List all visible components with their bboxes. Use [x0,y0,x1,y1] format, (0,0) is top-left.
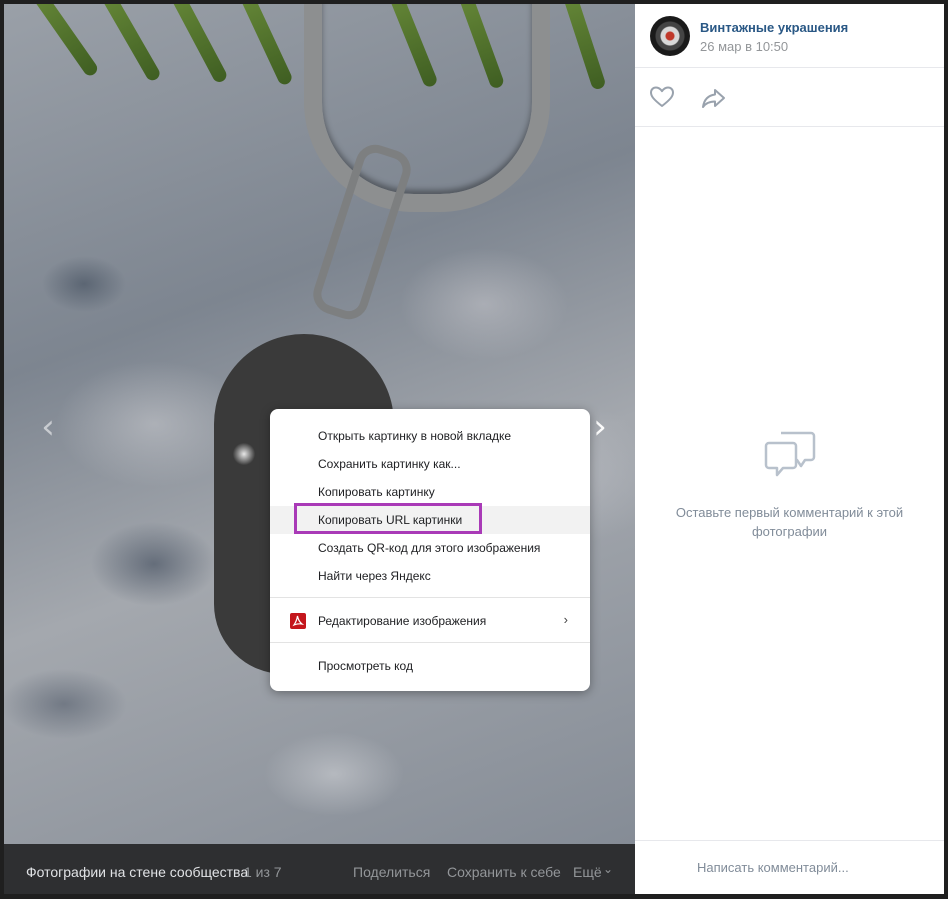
chevron-right-icon: › [563,612,568,627]
highlight-annotation [294,503,482,534]
fern-leaf [164,4,229,85]
previous-photo-icon[interactable]: ‹ [36,409,60,445]
photo-side-panel: Винтажные украшения 26 мар в 10:50 Остав… [635,4,944,894]
adobe-pdf-icon [290,613,306,629]
menu-item-label: Создать QR-код для этого изображения [318,541,541,555]
menu-item-label: Копировать картинку [318,485,435,499]
context-menu: Открыть картинку в новой вкладке Сохрани… [270,409,590,691]
menu-item-edit-image[interactable]: Редактирование изображения › [270,607,590,635]
post-actions [635,68,944,127]
post-date[interactable]: 26 мар в 10:50 [700,39,788,54]
menu-item-label: Просмотреть код [318,659,413,673]
post-header: Винтажные украшения 26 мар в 10:50 [635,4,944,68]
share-button[interactable]: Поделиться [353,864,430,880]
menu-item-label: Открыть картинку в новой вкладке [318,429,512,443]
next-photo-icon[interactable]: › [588,409,612,445]
photo-viewer: ‹ › Фотографии на стене сообщества 1 из … [0,0,948,899]
fern-leaf [234,4,294,87]
empty-comments: Оставьте первый комментарий к этой фотог… [635,429,944,541]
menu-item-search-yandex[interactable]: Найти через Яндекс [270,562,590,590]
author-link[interactable]: Винтажные украшения [700,20,848,35]
menu-item-label: Найти через Яндекс [318,569,431,583]
share-arrow-icon[interactable] [701,87,727,109]
comment-input[interactable]: Написать комментарий... [697,860,849,875]
menu-item-copy-image[interactable]: Копировать картинку [270,478,590,506]
menu-separator [270,642,590,643]
menu-item-inspect[interactable]: Просмотреть код [270,652,590,680]
pendant-chain [304,4,550,212]
heart-icon[interactable] [649,86,675,108]
menu-item-label: Сохранить картинку как... [318,457,461,471]
comment-bar: Написать комментарий... [635,840,944,895]
fern-leaf [94,4,163,83]
album-link[interactable]: Фотографии на стене сообщества [26,864,248,880]
photo-bottom-bar: Фотографии на стене сообщества 1 из 7 По… [4,844,635,894]
menu-item-create-qr-code[interactable]: Создать QR-код для этого изображения [270,534,590,562]
menu-item-label: Редактирование изображения [318,614,487,628]
pendant-bail [308,139,416,325]
comments-icon [764,431,815,477]
empty-comments-text: Оставьте первый комментарий к этой фотог… [675,505,904,539]
fern-leaf [559,4,607,91]
avatar[interactable] [650,16,690,56]
menu-item-open-image-new-tab[interactable]: Открыть картинку в новой вкладке [270,422,590,450]
photo-counter: 1 из 7 [244,864,282,880]
menu-separator [270,597,590,598]
chevron-down-icon: ⌄ [603,862,614,876]
fern-leaf [25,4,100,79]
menu-item-save-image-as[interactable]: Сохранить картинку как... [270,450,590,478]
save-to-profile-button[interactable]: Сохранить к себе [447,864,561,880]
more-button[interactable]: Ещё [573,864,602,880]
